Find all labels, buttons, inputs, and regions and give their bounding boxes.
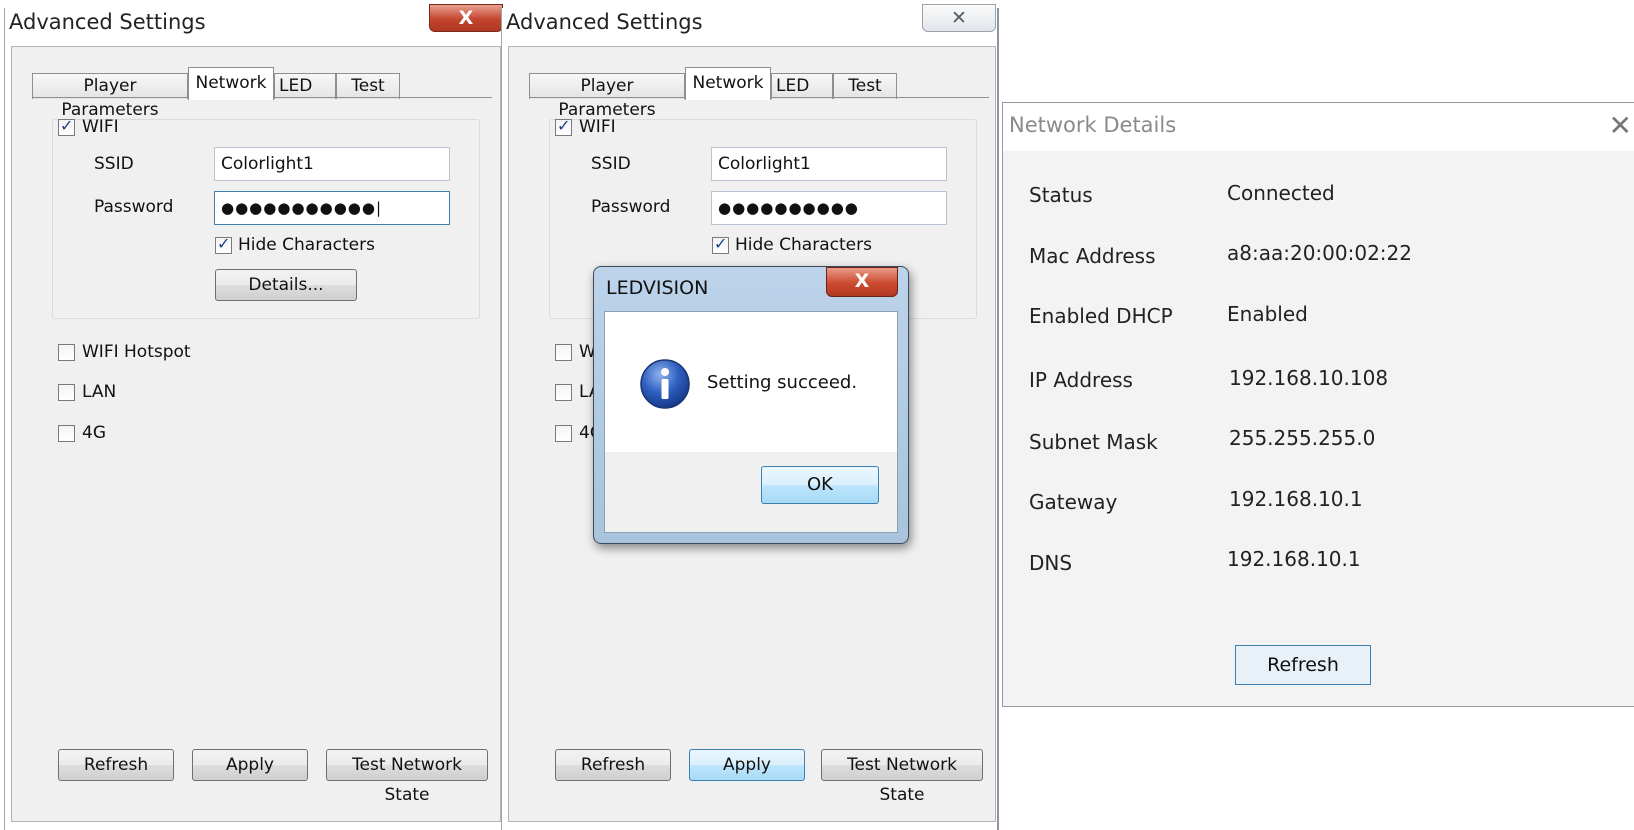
tab-network[interactable]: Network <box>188 67 274 100</box>
password-label: Password <box>94 197 174 217</box>
wifi-label: WIFI <box>82 117 119 137</box>
test-network-state-button[interactable]: Test Network State <box>821 749 983 805</box>
tab-led[interactable]: LED <box>771 73 833 99</box>
subnet-mask-value: 255.255.255.0 <box>1229 426 1376 450</box>
refresh-button[interactable]: Refresh <box>555 749 671 781</box>
password-input[interactable]: ●●●●●●●●●● <box>711 191 947 225</box>
info-icon <box>640 359 690 409</box>
status-label: Status <box>1029 183 1093 207</box>
refresh-button[interactable]: Refresh <box>1235 645 1371 685</box>
close-button[interactable]: ✕ <box>922 4 996 32</box>
ssid-label: SSID <box>94 154 134 174</box>
hide-characters-checkbox[interactable] <box>712 234 729 254</box>
ledvision-dialog: LEDVISION X Setting succeed. OK <box>593 266 909 544</box>
tab-test[interactable]: Test <box>336 73 400 99</box>
4g-checkbox[interactable] <box>555 425 572 442</box>
password-label: Password <box>591 197 671 217</box>
enabled-dhcp-label: Enabled DHCP <box>1029 304 1173 328</box>
lan-checkbox[interactable] <box>58 384 75 401</box>
tab-test[interactable]: Test <box>833 73 897 99</box>
4g-label: 4G <box>82 423 106 443</box>
hide-characters-label: Hide Characters <box>238 235 375 255</box>
ssid-input[interactable]: Colorlight1 <box>214 147 450 181</box>
settings-panel: Player Parameters Network LED Test WIFI … <box>11 46 501 822</box>
apply-button[interactable]: Apply <box>689 749 805 781</box>
dialog-close-button[interactable]: X <box>826 267 898 297</box>
close-icon[interactable]: ✕ <box>1609 109 1632 142</box>
close-icon: ✕ <box>951 7 967 29</box>
4g-checkbox[interactable] <box>58 425 75 442</box>
tab-led[interactable]: LED <box>274 73 336 99</box>
hide-characters-label: Hide Characters <box>735 235 872 255</box>
tab-network[interactable]: Network <box>685 67 771 100</box>
test-network-state-button[interactable]: Test Network State <box>326 749 488 805</box>
ssid-label: SSID <box>591 154 631 174</box>
wifi-label: WIFI <box>579 117 616 137</box>
ip-address-label: IP Address <box>1029 368 1133 392</box>
dialog-title: LEDVISION <box>606 277 709 299</box>
details-button[interactable]: Details... <box>215 269 357 301</box>
apply-button[interactable]: Apply <box>192 749 308 781</box>
ssid-input[interactable]: Colorlight1 <box>711 147 947 181</box>
network-details-window: Network Details ✕ Status Connected Mac A… <box>1002 102 1634 707</box>
gateway-label: Gateway <box>1029 490 1118 514</box>
window-title: Network Details <box>1009 113 1177 137</box>
password-input[interactable]: ●●●●●●●●●●●| <box>214 191 450 225</box>
mac-address-label: Mac Address <box>1029 244 1156 268</box>
lan-label: LAN <box>82 382 117 402</box>
network-details-header: Network Details ✕ <box>1003 103 1634 151</box>
wifi-hotspot-label: WIFI Hotspot <box>82 342 191 362</box>
subnet-mask-label: Subnet Mask <box>1029 430 1158 454</box>
close-icon: X <box>854 270 870 292</box>
gateway-value: 192.168.10.1 <box>1229 487 1363 511</box>
wifi-hotspot-checkbox[interactable] <box>555 344 572 361</box>
enabled-dhcp-value: Enabled <box>1227 302 1308 326</box>
mac-address-value: a8:aa:20:00:02:22 <box>1227 241 1412 265</box>
refresh-button[interactable]: Refresh <box>58 749 174 781</box>
status-value: Connected <box>1227 181 1335 205</box>
close-icon: X <box>458 7 474 29</box>
lan-checkbox[interactable] <box>555 384 572 401</box>
tab-player-parameters[interactable]: Player Parameters <box>32 73 188 120</box>
tab-player-parameters[interactable]: Player Parameters <box>529 73 685 120</box>
close-button[interactable]: X <box>429 4 503 32</box>
window-title: Advanced Settings <box>506 10 703 34</box>
dns-value: 192.168.10.1 <box>1227 547 1361 571</box>
dns-label: DNS <box>1029 551 1073 575</box>
wifi-checkbox[interactable] <box>555 116 572 136</box>
hide-characters-checkbox[interactable] <box>215 234 232 254</box>
wifi-hotspot-checkbox[interactable] <box>58 344 75 361</box>
dialog-footer: OK <box>605 452 897 532</box>
dialog-message: Setting succeed. <box>707 372 858 393</box>
ip-address-value: 192.168.10.108 <box>1229 366 1389 390</box>
advanced-settings-window-left: Advanced Settings X Player Parameters Ne… <box>4 4 514 830</box>
dialog-body: Setting succeed. OK <box>604 311 898 533</box>
ok-button[interactable]: OK <box>761 466 879 504</box>
wifi-checkbox[interactable] <box>58 116 75 136</box>
window-title: Advanced Settings <box>9 10 206 34</box>
